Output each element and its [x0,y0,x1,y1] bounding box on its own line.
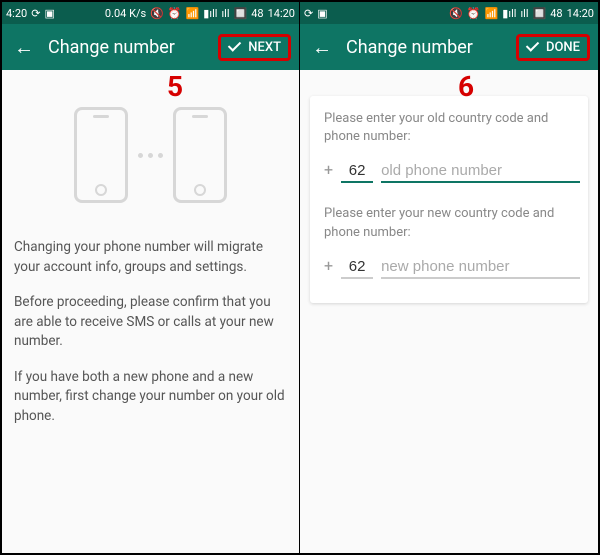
number-form: Please enter your old country code and p… [310,96,588,303]
clock-left: 4:20 [6,8,27,19]
old-phone-input[interactable] [381,160,580,183]
battery-icon: 🔲 [533,8,547,19]
signal-icon: ▮ıll [203,8,217,19]
status-bar: ⟳ ▣ 🔇 ⏰ 📶 ▮ıll ıll 🔲 48 14:20 [300,2,598,24]
step-number-5: 5 [167,70,183,103]
clock-right: 14:20 [268,8,295,19]
panel-step-6: ⟳ ▣ 🔇 ⏰ 📶 ▮ıll ıll 🔲 48 14:20 ← Change n… [300,2,598,553]
plus-icon: + [324,160,333,183]
alarm-icon: ⏰ [467,8,481,19]
page-title: Change number [346,37,506,58]
sync-icon: ⟳ [304,8,313,19]
check-icon [526,40,540,54]
alarm-icon: ⏰ [168,8,182,19]
clock-right: 14:20 [567,8,594,19]
app-bar: ← Change number NEXT [2,24,299,70]
battery-icon: 🔲 [234,8,248,19]
done-button[interactable]: DONE [516,34,590,61]
tutorial-frame: 4:20 ⟳ ▣ 0.04 K/s 🔇 ⏰ 📶 ▮ıll ıll 🔲 48 14… [0,0,600,555]
back-icon[interactable]: ← [10,33,38,61]
check-icon [228,40,242,54]
battery-pct: 48 [550,8,562,19]
image-icon: ▣ [44,8,54,19]
info-p1: Changing your phone number will migrate … [14,238,287,277]
signal-icon: ▮ıll [502,8,516,19]
old-number-row: + [324,160,574,183]
info-p3: If you have both a new phone and a new n… [14,368,287,427]
battery-pct: 48 [251,8,263,19]
back-icon[interactable]: ← [308,33,336,61]
next-button[interactable]: NEXT [218,34,291,61]
phone-icon-right [173,107,227,203]
info-text: Changing your phone number will migrate … [2,230,299,451]
plus-icon: + [324,256,333,279]
dots-icon [138,153,163,158]
mute-icon: 🔇 [449,8,463,19]
new-country-code[interactable] [341,256,373,279]
wifi-icon: 📶 [186,8,200,19]
page-title: Change number [48,37,208,58]
signal2-icon: ıll [221,8,229,19]
next-label: NEXT [248,40,281,55]
info-p2: Before proceeding, please confirm that y… [14,293,287,352]
phone-icon-left [74,107,128,203]
old-number-label: Please enter your old country code and p… [324,110,574,146]
mute-icon: 🔇 [150,8,164,19]
new-number-row: + [324,256,574,279]
old-country-code[interactable] [341,160,373,183]
wifi-icon: 📶 [485,8,499,19]
sync-icon: ⟳ [31,8,40,19]
status-bar: 4:20 ⟳ ▣ 0.04 K/s 🔇 ⏰ 📶 ▮ıll ıll 🔲 48 14… [2,2,299,24]
step-number-6: 6 [458,70,474,103]
phones-graphic [61,100,241,210]
panel-step-5: 4:20 ⟳ ▣ 0.04 K/s 🔇 ⏰ 📶 ▮ıll ıll 🔲 48 14… [2,2,300,553]
app-bar: ← Change number DONE [300,24,598,70]
signal2-icon: ıll [520,8,528,19]
speed: 0.04 K/s [105,8,146,19]
image-icon: ▣ [317,8,327,19]
new-number-label: Please enter your new country code and p… [324,205,574,241]
done-label: DONE [546,40,580,55]
new-phone-input[interactable] [381,256,580,279]
